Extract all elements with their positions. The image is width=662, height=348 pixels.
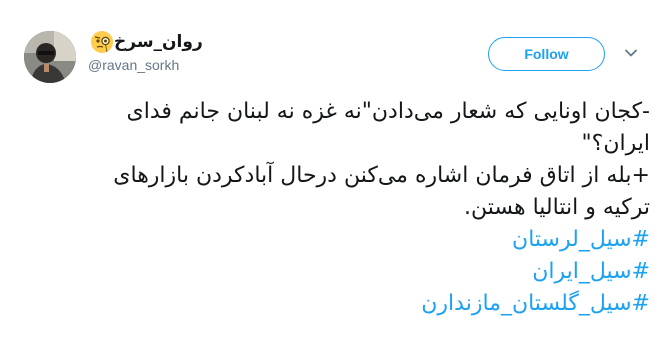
- tweet-header: روان_سرخ @ravan_sorkh Follow: [0, 0, 662, 90]
- tweet-line: -کجان اونایی که شعار می‌دادن"نه غزه نه ل…: [126, 99, 651, 124]
- hashtag-link[interactable]: #سیل_گلستان_مازندارن: [421, 291, 650, 316]
- follow-button[interactable]: Follow: [488, 37, 605, 71]
- chevron-down-icon[interactable]: [624, 46, 638, 60]
- avatar[interactable]: [24, 31, 76, 83]
- tweet-line: +بله از اتاق فرمان اشاره می‌کنن درحال آب…: [113, 163, 650, 188]
- tweet-line: ترکیه و انتالیا هستن.: [463, 195, 650, 220]
- hashtag-link[interactable]: #سیل_ایران: [532, 259, 650, 284]
- monocle-face-icon: [91, 31, 113, 53]
- avatar-image: [24, 31, 76, 83]
- display-name: روان_سرخ: [114, 32, 203, 52]
- user-name-row[interactable]: روان_سرخ: [88, 30, 203, 54]
- tweet-line: ایران؟": [581, 131, 650, 156]
- tweet-text: -کجان اونایی که شعار می‌دادن"نه غزه نه ل…: [20, 96, 650, 320]
- user-handle[interactable]: @ravan_sorkh: [88, 57, 179, 73]
- hashtag-link[interactable]: #سیل_لرستان: [512, 227, 650, 252]
